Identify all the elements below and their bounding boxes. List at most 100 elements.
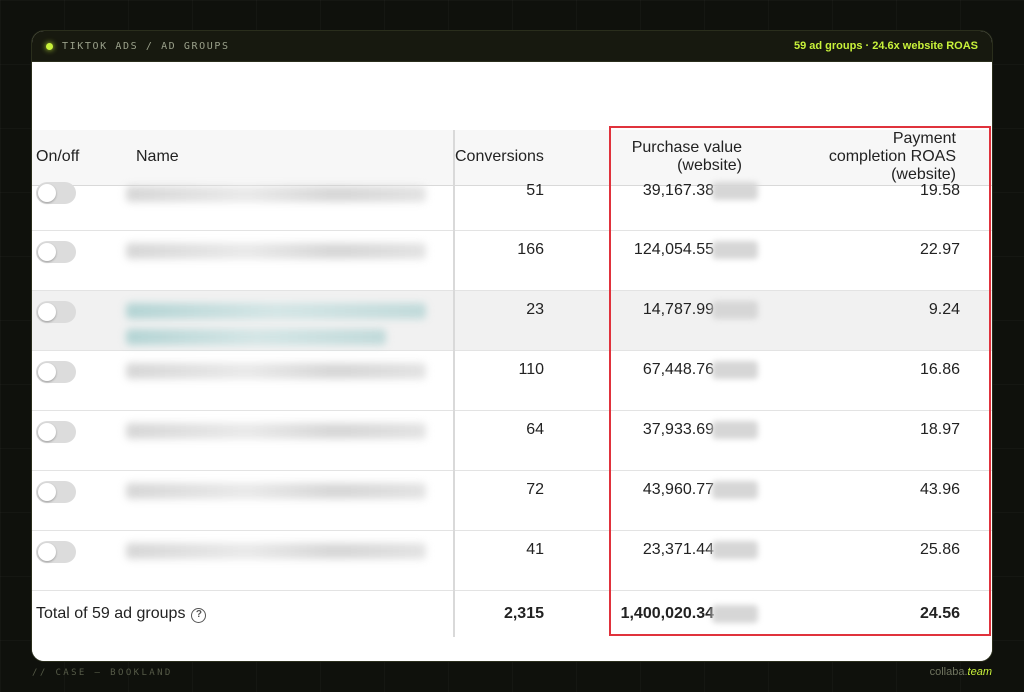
conversions-value: 23 <box>526 300 544 318</box>
col-header-purchase-value-line1: Purchase value <box>631 139 742 157</box>
purchase-value-cell: 14,787.99 <box>604 290 758 350</box>
row-toggle-cell <box>32 470 118 530</box>
roas-value: 18.97 <box>919 420 960 438</box>
blurred-currency <box>712 540 758 559</box>
ad-group-name-cell <box>118 185 455 230</box>
conversions-value: 51 <box>526 181 544 199</box>
table-row[interactable]: 51 39,167.38 19.58 <box>32 181 992 230</box>
onoff-toggle[interactable] <box>36 181 76 204</box>
status-dot-icon <box>46 42 53 50</box>
col-header-roas-line1: Payment <box>892 130 956 148</box>
purchase-value: 67,448.76 <box>642 360 714 378</box>
blurred-name[interactable] <box>126 482 426 499</box>
row-toggle-cell <box>32 350 118 410</box>
total-conversions: 2,315 <box>503 604 544 622</box>
onoff-toggle[interactable] <box>36 240 76 263</box>
blurred-name-link-line2[interactable] <box>126 328 386 345</box>
blurred-name[interactable] <box>126 242 426 259</box>
purchase-value: 43,960.77 <box>642 480 714 498</box>
roas-value: 19.58 <box>919 181 960 199</box>
roas-value: 22.97 <box>919 240 960 258</box>
purchase-value: 37,933.69 <box>642 420 714 438</box>
col-header-conversions[interactable]: Conversions <box>454 130 604 185</box>
col-header-purchase-value[interactable]: Purchase value (website) <box>604 130 758 185</box>
purchase-value-cell: 37,933.69 <box>604 410 758 470</box>
purchase-value-cell: 67,448.76 <box>604 350 758 410</box>
top-bar: TIKTOK ADS / AD GROUPS 59 ad groups · 24… <box>32 31 992 62</box>
conversions-value: 72 <box>526 480 544 498</box>
roas-cell: 19.58 <box>758 181 992 230</box>
conversions-value: 110 <box>518 360 544 378</box>
row-toggle-cell <box>32 290 118 350</box>
blurred-currency <box>712 420 758 439</box>
app-window: TIKTOK ADS / AD GROUPS 59 ad groups · 24… <box>32 31 992 661</box>
ad-group-name-cell <box>118 350 455 410</box>
table-row[interactable]: 41 23,371.44 25.86 <box>32 530 992 590</box>
table-row[interactable]: 64 37,933.69 18.97 <box>32 410 992 470</box>
brand-logo: collaba.team <box>930 666 992 678</box>
row-toggle-cell <box>32 230 118 290</box>
purchase-value: 14,787.99 <box>642 300 714 318</box>
table-area: On/off Name Conversions Purchase value (… <box>32 62 992 661</box>
col-header-name[interactable]: Name <box>118 130 455 185</box>
col-header-onoff[interactable]: On/off <box>32 130 118 185</box>
col-header-purchase-value-line2: (website) <box>677 157 742 175</box>
onoff-toggle[interactable] <box>36 300 76 323</box>
purchase-value: 124,054.55 <box>633 240 714 258</box>
blurred-currency <box>712 300 758 319</box>
total-roas: 24.56 <box>919 604 960 622</box>
blurred-name[interactable] <box>126 362 426 379</box>
roas-value: 9.24 <box>928 300 960 318</box>
ad-group-name-cell <box>118 530 455 590</box>
col-header-roas-line2: completion ROAS <box>828 148 956 166</box>
ad-group-name-cell <box>118 290 455 350</box>
brand-suffix: team <box>967 666 992 678</box>
blurred-name[interactable] <box>126 542 426 559</box>
purchase-value: 39,167.38 <box>642 181 714 199</box>
conversions-cell: 51 <box>454 181 604 230</box>
blurred-currency <box>712 604 758 623</box>
table-row[interactable]: 110 67,448.76 16.86 <box>32 350 992 410</box>
totals-label-cell: Total of 59 ad groups? <box>32 590 455 637</box>
purchase-value-cell: 43,960.77 <box>604 470 758 530</box>
purchase-value-cell: 39,167.38 <box>604 181 758 230</box>
row-toggle-cell <box>32 530 118 590</box>
brand-prefix: collaba. <box>929 666 968 678</box>
help-icon[interactable]: ? <box>191 607 207 623</box>
case-label: // CASE — BOOKLAND <box>32 668 173 678</box>
onoff-toggle[interactable] <box>36 360 76 383</box>
total-purchase-value-cell: 1,400,020.34 <box>604 590 758 637</box>
roas-value: 43.96 <box>919 480 960 498</box>
total-purchase-value: 1,400,020.34 <box>620 604 714 622</box>
purchase-value: 23,371.44 <box>642 540 714 558</box>
blurred-name[interactable] <box>126 185 426 202</box>
ad-group-name-cell <box>118 410 455 470</box>
blurred-name[interactable] <box>126 422 426 439</box>
table-row[interactable]: 166 124,054.55 22.97 <box>32 230 992 290</box>
col-header-roas[interactable]: Payment completion ROAS (website) <box>758 130 992 185</box>
blurred-currency <box>712 240 758 259</box>
blurred-currency <box>712 480 758 499</box>
breadcrumb-group: TIKTOK ADS / AD GROUPS <box>46 41 230 52</box>
row-toggle-cell <box>32 181 118 230</box>
summary-stat: 59 ad groups · 24.6x website ROAS <box>793 40 978 52</box>
ad-group-name-cell <box>118 470 455 530</box>
totals-row: Total of 59 ad groups? 2,315 1,400,020.3… <box>32 590 992 637</box>
onoff-toggle[interactable] <box>36 420 76 443</box>
purchase-value-cell: 124,054.55 <box>604 230 758 290</box>
onoff-toggle[interactable] <box>36 480 76 503</box>
row-toggle-cell <box>32 410 118 470</box>
onoff-toggle[interactable] <box>36 540 76 563</box>
conversions-value: 41 <box>526 540 544 558</box>
roas-value: 25.86 <box>919 540 960 558</box>
table-row-highlighted[interactable]: 23 14,787.99 9.24 <box>32 290 992 350</box>
breadcrumb: TIKTOK ADS / AD GROUPS <box>62 40 230 52</box>
roas-value: 16.86 <box>919 360 960 378</box>
conversions-value: 166 <box>517 240 544 258</box>
table-row[interactable]: 72 43,960.77 43.96 <box>32 470 992 530</box>
blurred-name-link[interactable] <box>126 302 426 319</box>
purchase-value-cell: 23,371.44 <box>604 530 758 590</box>
ad-group-name-cell <box>118 230 455 290</box>
blurred-currency <box>712 360 758 379</box>
totals-label: Total of 59 ad groups <box>36 604 186 622</box>
